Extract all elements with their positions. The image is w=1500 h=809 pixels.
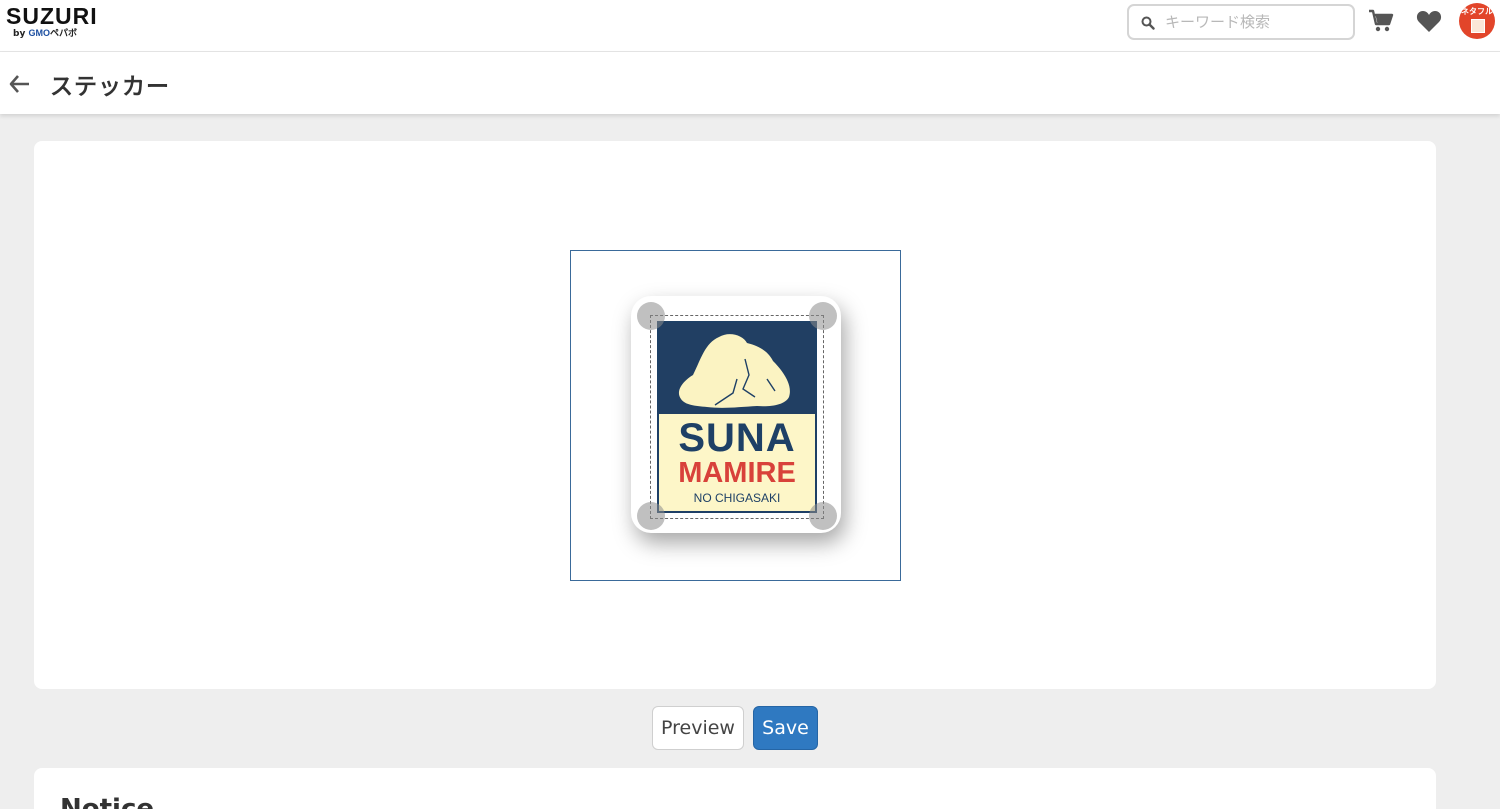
avatar-text: ネタフル: [1461, 7, 1493, 16]
page-header: ステッカー: [0, 52, 1500, 114]
suzuri-logo[interactable]: SUZURI by GMOペパボ: [6, 4, 98, 39]
resize-handle-bottom-right[interactable]: [809, 502, 837, 530]
editor-canvas-card: SUNA MAMIRE NO CHIGASAKI: [34, 141, 1436, 689]
avatar-shape: [1471, 19, 1485, 33]
sticker-edit-frame: SUNA MAMIRE NO CHIGASAKI: [570, 250, 901, 581]
logo-wordmark: SUZURI: [6, 3, 98, 29]
resize-handle-top-right[interactable]: [809, 302, 837, 330]
user-avatar[interactable]: ネタフル: [1459, 3, 1495, 39]
resize-handle-top-left[interactable]: [637, 302, 665, 330]
search-input[interactable]: [1165, 11, 1345, 33]
logo-gmo: GMO: [28, 28, 50, 38]
search-icon: [1141, 15, 1155, 34]
preview-button[interactable]: Preview: [652, 706, 744, 750]
page-title: ステッカー: [50, 74, 170, 100]
notice-card: Notice: [34, 768, 1436, 809]
cart-icon[interactable]: [1368, 9, 1394, 37]
crop-boundary: [650, 315, 824, 519]
search-box: [1127, 4, 1355, 40]
resize-handle-bottom-left[interactable]: [637, 502, 665, 530]
top-navbar: SUZURI by GMOペパボ ネタフル: [0, 0, 1500, 52]
notice-title: Notice: [60, 794, 155, 809]
logo-by: by: [13, 29, 26, 39]
logo-byline: by GMOペパボ: [13, 28, 98, 39]
heart-icon[interactable]: [1416, 10, 1442, 38]
logo-pepabo: ペパボ: [49, 29, 77, 39]
save-button[interactable]: Save: [753, 706, 818, 750]
back-arrow-icon[interactable]: [8, 72, 32, 96]
